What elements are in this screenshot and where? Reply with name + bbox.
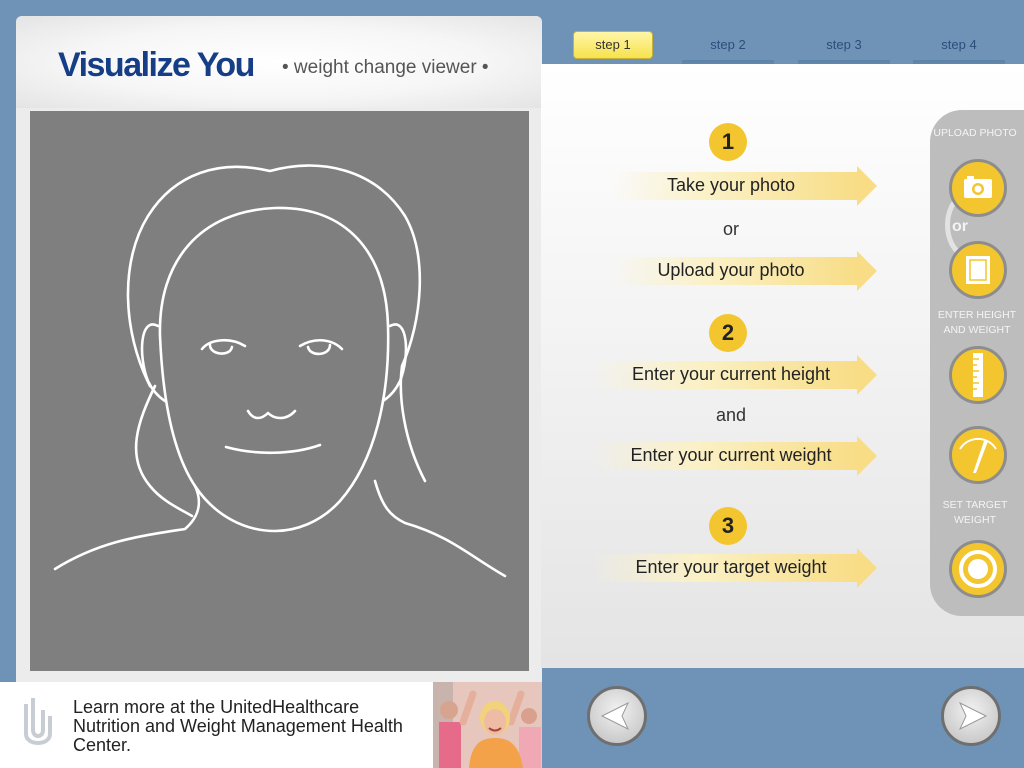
ad-photo-image bbox=[433, 682, 542, 768]
ruler-icon bbox=[973, 353, 983, 397]
step-3-number: 3 bbox=[709, 507, 747, 545]
tab-label: step 3 bbox=[826, 37, 862, 52]
arrow-left-icon bbox=[600, 701, 630, 731]
set-target-weight-button[interactable] bbox=[949, 540, 1007, 598]
app-title: Visualize You bbox=[58, 46, 255, 84]
and-connector: and bbox=[715, 405, 747, 425]
camera-button[interactable] bbox=[949, 159, 1007, 217]
rail-or-label: or bbox=[952, 218, 968, 235]
photo-preview bbox=[30, 111, 529, 671]
enter-weight-button[interactable] bbox=[949, 426, 1007, 484]
tab-label: step 1 bbox=[595, 37, 631, 52]
next-button[interactable] bbox=[941, 686, 1001, 746]
tab-label: step 2 bbox=[710, 37, 746, 52]
target-weight-rail-label: SET TARGET WEIGHT bbox=[942, 499, 1008, 526]
enter-height-button[interactable] bbox=[949, 346, 1007, 404]
face-placeholder-outline bbox=[53, 164, 507, 578]
unitedhealthcare-logo-icon bbox=[24, 698, 52, 745]
upload-photo-rail-label: UPLOAD PHOTO bbox=[933, 127, 1017, 139]
back-button[interactable] bbox=[587, 686, 647, 746]
tab-step-3[interactable]: step 3 bbox=[798, 30, 890, 72]
logo-header: Visualize You • weight change viewer • bbox=[16, 16, 542, 108]
step-tabs: step 1 step 2 step 3 step 4 bbox=[541, 16, 1024, 72]
tab-step-1[interactable]: step 1 bbox=[573, 31, 653, 59]
current-height-label[interactable]: Enter your current height bbox=[601, 364, 861, 385]
scale-dial-icon bbox=[959, 437, 997, 473]
target-icon bbox=[959, 550, 997, 588]
app-subtitle: • weight change viewer • bbox=[282, 57, 489, 78]
ad-photo[interactable] bbox=[433, 682, 542, 768]
upload-photo-button[interactable] bbox=[949, 241, 1007, 299]
arrow-right-icon bbox=[958, 701, 988, 731]
arrow-head bbox=[857, 251, 877, 291]
target-weight-label[interactable]: Enter your target weight bbox=[601, 557, 861, 578]
current-weight-label[interactable]: Enter your current weight bbox=[601, 445, 861, 466]
take-photo-label[interactable]: Take your photo bbox=[621, 175, 841, 196]
height-weight-rail-label: ENTER HEIGHT AND WEIGHT bbox=[937, 309, 1017, 336]
step-1-number: 1 bbox=[709, 123, 747, 161]
photo-frame-icon bbox=[966, 256, 990, 284]
photo-panel: Visualize You • weight change viewer • bbox=[16, 16, 542, 682]
tab-step-4[interactable]: step 4 bbox=[913, 30, 1005, 72]
camera-icon bbox=[964, 176, 992, 198]
upload-photo-label[interactable]: Upload your photo bbox=[621, 260, 841, 281]
arrow-head bbox=[857, 166, 877, 206]
step-2-number: 2 bbox=[709, 314, 747, 352]
ad-text[interactable]: Learn more at the UnitedHealthcare Nutri… bbox=[73, 698, 423, 755]
tab-step-2[interactable]: step 2 bbox=[682, 30, 774, 72]
ad-banner[interactable]: Learn more at the UnitedHealthcare Nutri… bbox=[0, 682, 542, 768]
or-connector: or bbox=[722, 219, 739, 239]
tab-label: step 4 bbox=[941, 37, 977, 52]
